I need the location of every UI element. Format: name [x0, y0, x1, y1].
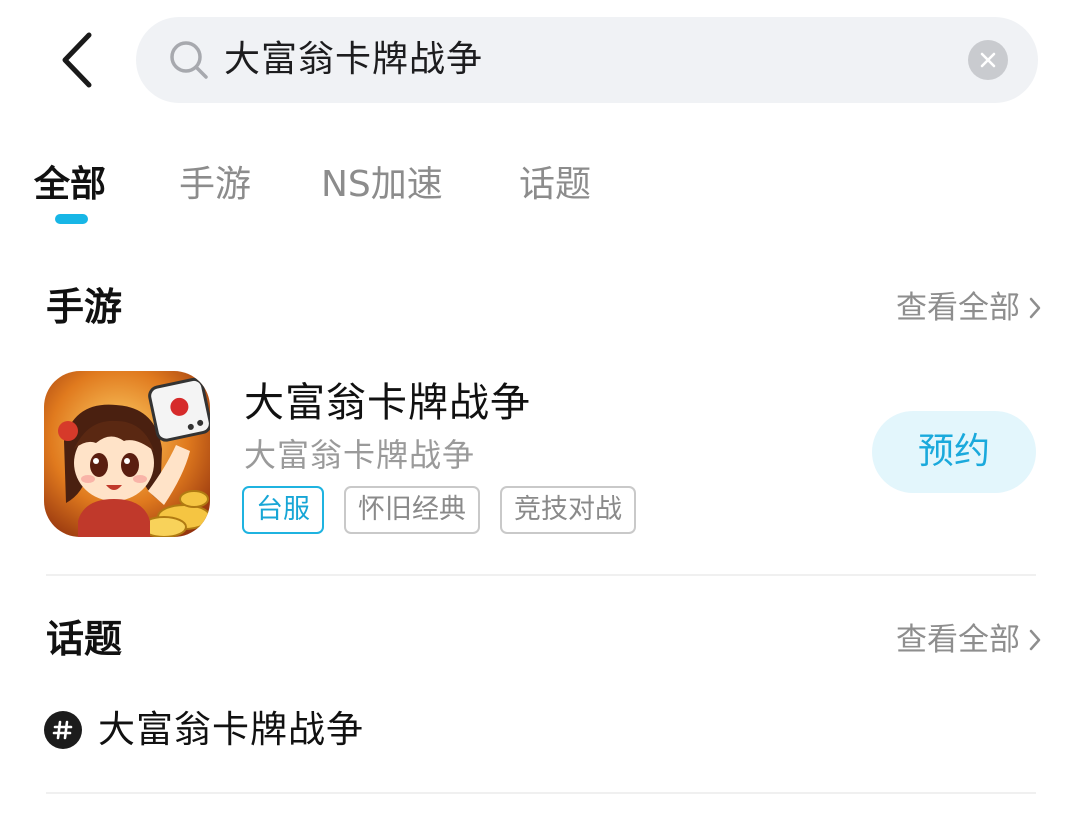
game-list-item[interactable]: 大富翁卡牌战争 大富翁卡牌战争 台服 怀旧经典 竞技对战 预约 — [0, 355, 1080, 555]
game-tag: 台服 — [242, 486, 324, 534]
section-divider — [46, 574, 1036, 576]
back-button[interactable] — [52, 28, 100, 92]
games-section-title: 手游 — [46, 285, 123, 329]
chevron-right-icon — [1029, 629, 1041, 651]
topic-list-item[interactable]: 大富翁卡牌战争 — [0, 700, 1080, 760]
tab-ns-boost[interactable]: NS加速 — [321, 160, 443, 210]
hashtag-icon — [44, 711, 82, 749]
game-subtitle: 大富翁卡牌战争 — [244, 436, 476, 474]
search-input[interactable]: 大富翁卡牌战争 — [136, 17, 1038, 103]
topics-section-title: 话题 — [46, 617, 123, 661]
active-tab-indicator — [55, 214, 88, 224]
topic-label: 大富翁卡牌战争 — [98, 708, 364, 751]
close-icon — [980, 52, 996, 68]
games-view-all-label: 查看全部 — [896, 290, 1020, 326]
topics-view-all-label: 查看全部 — [896, 622, 1020, 658]
tab-mobile-games[interactable]: 手游 — [179, 160, 251, 210]
chevron-left-icon — [62, 32, 92, 88]
tab-bar: 全部 手游 NS加速 话题 — [0, 150, 1080, 230]
game-app-icon[interactable] — [44, 371, 210, 537]
tab-topics[interactable]: 话题 — [519, 160, 591, 210]
games-view-all-link[interactable]: 查看全部 — [896, 286, 1042, 330]
section-divider — [46, 792, 1036, 794]
game-title: 大富翁卡牌战争 — [244, 380, 531, 426]
search-query-text[interactable]: 大富翁卡牌战争 — [224, 17, 483, 103]
search-icon — [170, 41, 208, 79]
reserve-button[interactable]: 预约 — [872, 411, 1036, 493]
chevron-right-icon — [1029, 297, 1041, 319]
clear-search-button[interactable] — [968, 40, 1008, 80]
topics-view-all-link[interactable]: 查看全部 — [896, 618, 1042, 662]
game-tag: 竞技对战 — [500, 486, 636, 534]
tab-all[interactable]: 全部 — [34, 160, 106, 210]
game-tag: 怀旧经典 — [344, 486, 480, 534]
